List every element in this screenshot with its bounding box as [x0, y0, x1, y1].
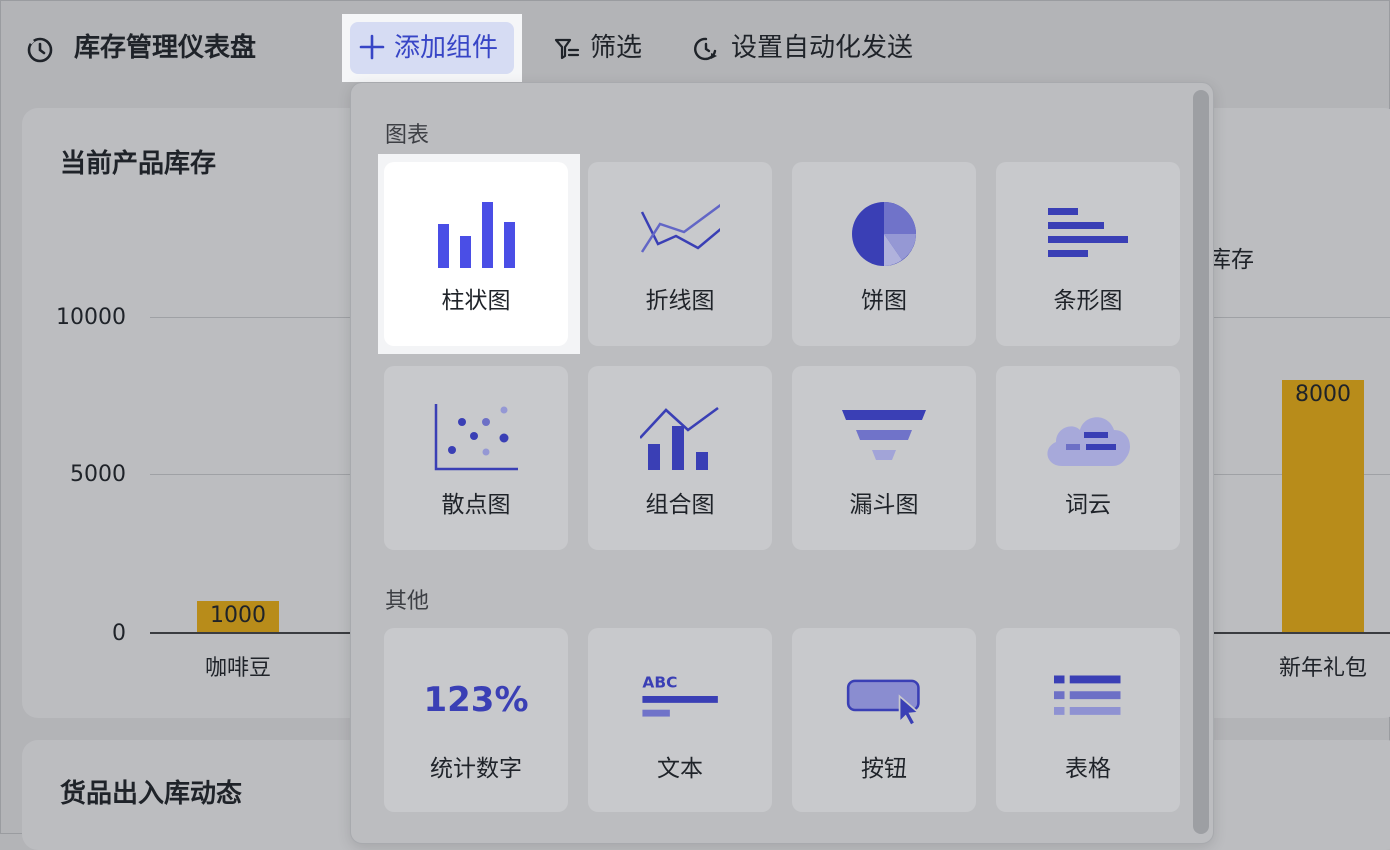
section-label-charts: 图表	[385, 123, 430, 148]
widget-text[interactable]: ABC 文本	[588, 628, 772, 812]
x-axis-line	[150, 632, 352, 634]
gridline	[1212, 317, 1390, 318]
plus-icon	[359, 34, 385, 60]
x-axis-line	[1212, 632, 1390, 634]
add-widget-label[interactable]: 添加组件	[394, 30, 498, 66]
auto-send-button[interactable]: 设置自动化发送	[731, 30, 913, 66]
widget-word-cloud[interactable]: 词云	[996, 366, 1180, 550]
widget-label: 词云	[1065, 492, 1111, 518]
gridline	[150, 474, 352, 475]
widget-horizontal-bar-chart[interactable]: 条形图	[996, 162, 1180, 346]
movement-card-title: 货品出入库动态	[60, 779, 243, 809]
horizontal-bar-chart-icon	[1048, 208, 1128, 257]
widget-label: 文本	[657, 756, 703, 782]
bar-value-label: 8000	[1295, 382, 1351, 407]
dashboard-title: 库存管理仪表盘	[74, 33, 257, 63]
y-tick-label: 0	[112, 621, 126, 646]
widget-pie-chart[interactable]: 饼图	[792, 162, 976, 346]
word-cloud-icon	[1047, 417, 1130, 466]
widget-stat-number[interactable]: 123% 统计数字	[384, 628, 568, 812]
funnel-chart-icon	[842, 410, 926, 460]
widget-label: 条形图	[1053, 288, 1123, 314]
clock-send-icon	[694, 37, 717, 61]
widget-label: 柱状图	[441, 288, 511, 314]
stat-number-icon: 123%	[423, 680, 529, 720]
section-label-other: 其他	[385, 589, 430, 614]
bar-value-label: 1000	[210, 602, 266, 628]
bar-new-year-gift-pack[interactable]	[1282, 380, 1364, 632]
widget-label: 漏斗图	[849, 492, 919, 518]
text-icon-glyph: ABC	[642, 673, 677, 691]
widget-table[interactable]: 表格	[996, 628, 1180, 812]
filter-icon	[554, 38, 580, 60]
filter-button[interactable]: 筛选	[590, 30, 642, 66]
widget-button[interactable]: 按钮	[792, 628, 976, 812]
category-label: 新年礼包	[1278, 656, 1367, 681]
menu-scrollbar[interactable]	[1193, 90, 1209, 834]
y-tick-label: 5000	[70, 462, 126, 487]
scatter-chart-icon	[434, 404, 518, 471]
dashboard-clock-icon	[27, 37, 53, 63]
combo-chart-icon	[640, 406, 719, 470]
widget-combo-chart[interactable]: 组合图	[588, 366, 772, 550]
widget-label: 散点图	[441, 492, 511, 518]
y-tick-label: 10000	[56, 305, 126, 330]
text-icon: ABC	[642, 673, 718, 717]
table-icon	[1054, 675, 1121, 715]
widget-label: 折线图	[645, 288, 715, 314]
pie-chart-icon	[852, 202, 916, 266]
widget-line-chart[interactable]: 折线图	[588, 162, 772, 346]
line-chart-icon	[640, 203, 720, 253]
gridline	[150, 317, 352, 318]
widget-scatter-chart[interactable]: 散点图	[384, 366, 568, 550]
widget-label: 表格	[1065, 756, 1111, 782]
widget-label: 按钮	[861, 756, 907, 782]
bar-chart-icon	[438, 202, 515, 268]
right-card-title: 库存	[1208, 247, 1254, 273]
category-label: 咖啡豆	[204, 656, 271, 681]
widget-label: 统计数字	[430, 756, 522, 782]
widget-label: 组合图	[645, 492, 715, 518]
widget-funnel-chart[interactable]: 漏斗图	[792, 366, 976, 550]
button-icon	[846, 679, 921, 727]
widget-bar-chart[interactable]: 柱状图	[384, 162, 568, 346]
inventory-card-title: 当前产品库存	[60, 149, 217, 179]
widget-label: 饼图	[861, 288, 907, 314]
